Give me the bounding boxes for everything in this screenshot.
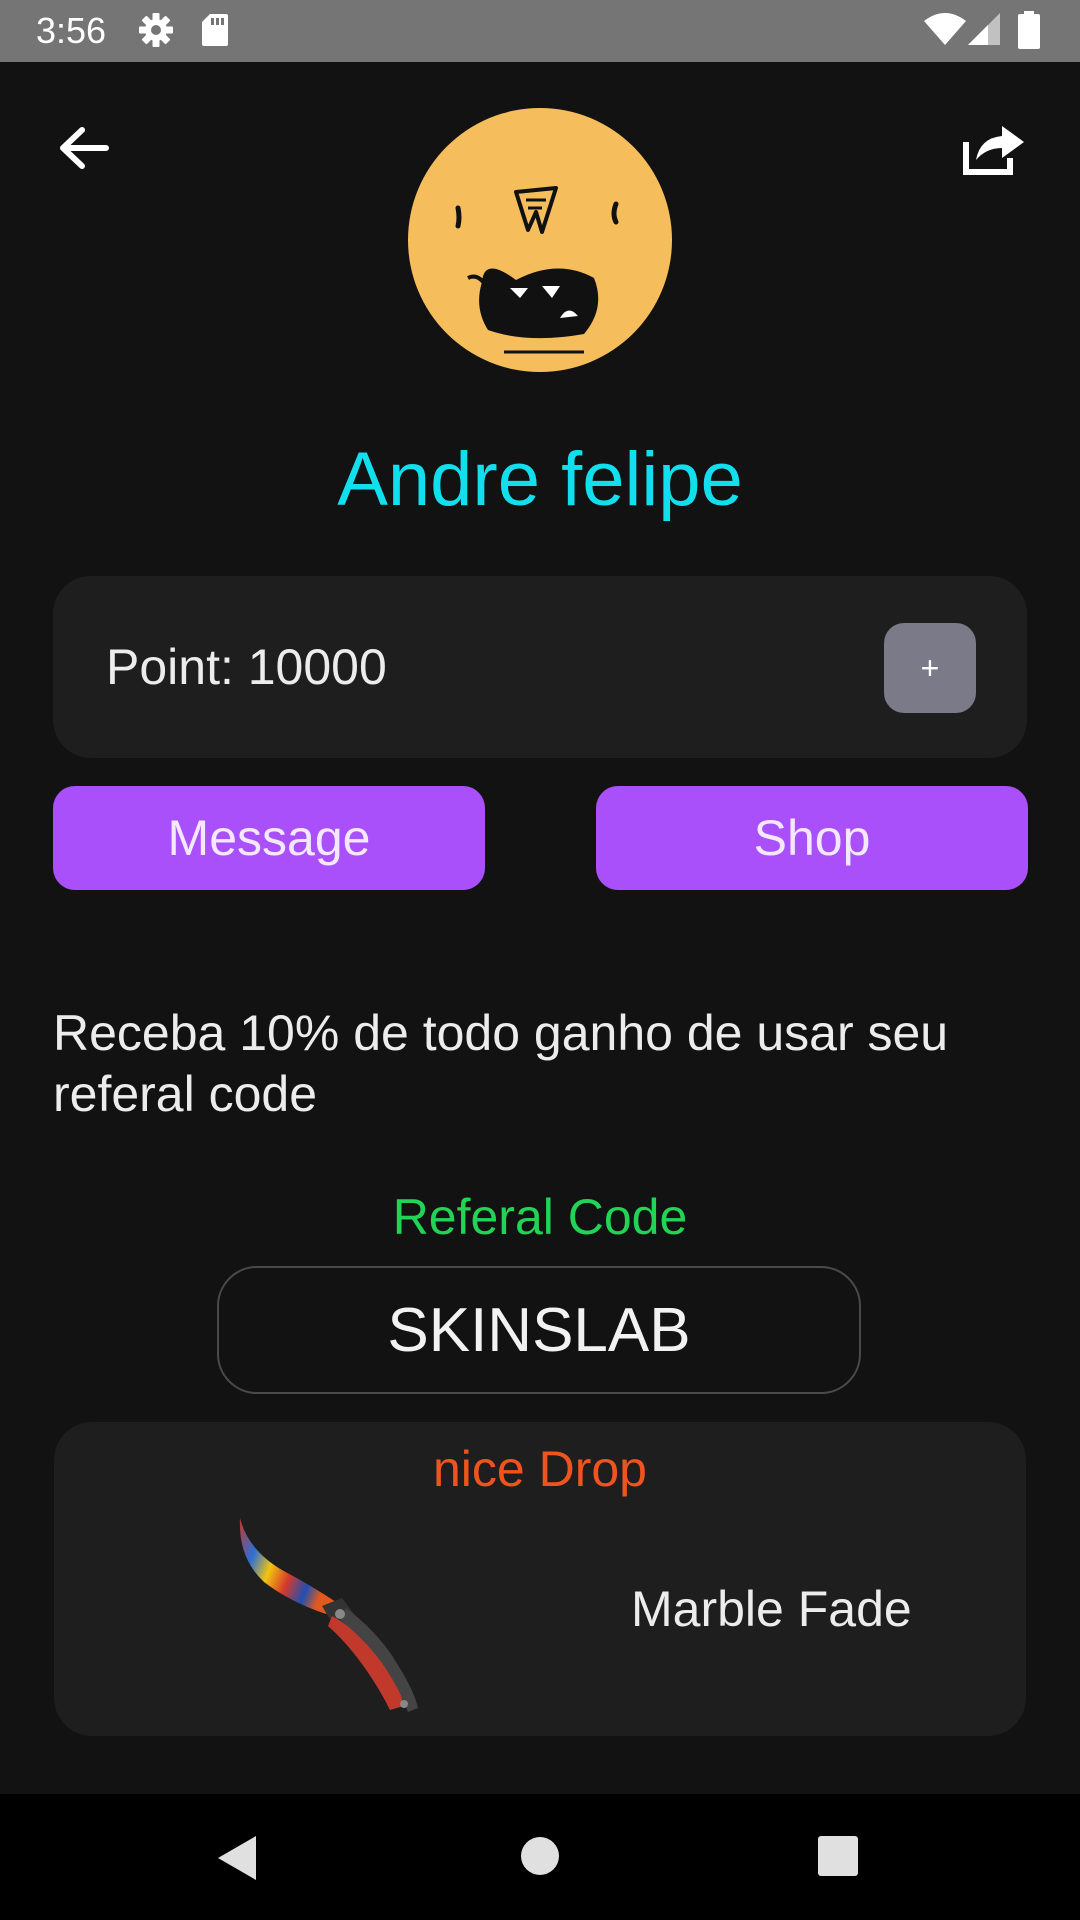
referral-code-label: Referal Code [392, 1189, 688, 1245]
sd-card-icon [200, 12, 230, 53]
drop-title: nice Drop [433, 1441, 647, 1497]
drop-card[interactable]: nice Drop Marble Fade [54, 1422, 1026, 1736]
nav-home-icon [521, 1837, 559, 1875]
share-icon [963, 126, 1024, 175]
status-time: 3:56 [36, 10, 107, 51]
add-points-button[interactable]: + [884, 623, 976, 713]
shop-button[interactable]: Shop [596, 786, 1028, 890]
battery-icon [1018, 11, 1040, 54]
nav-back-icon [218, 1836, 256, 1880]
avatar-face-icon [455, 186, 619, 354]
nav-home-button[interactable] [518, 1834, 562, 1883]
nav-recents-button[interactable] [816, 1834, 860, 1883]
navigation-bar [0, 1794, 1080, 1920]
wifi-icon [924, 13, 966, 52]
profile-name: Andre felipe [337, 437, 743, 522]
settings-gear-icon [138, 12, 174, 53]
arrow-left-icon [60, 127, 109, 169]
status-bar: 3:56 [0, 0, 1080, 62]
referral-code-box[interactable]: SKINSLAB [217, 1266, 861, 1394]
nav-recents-icon [818, 1836, 858, 1876]
message-button[interactable]: Message [53, 786, 485, 890]
cell-signal-icon [968, 13, 1002, 52]
knife-image-icon [182, 1510, 482, 1735]
points-label: Point: 10000 [106, 639, 387, 695]
back-button[interactable] [48, 112, 124, 188]
share-button[interactable] [954, 112, 1030, 188]
drop-item-name: Marble Fade [631, 1581, 912, 1637]
referral-description: Receba 10% de todo ganho de usar seu ref… [53, 1005, 949, 1122]
points-card: Point: 10000 + [53, 576, 1027, 758]
nav-back-button[interactable] [216, 1834, 260, 1887]
avatar [408, 108, 672, 372]
